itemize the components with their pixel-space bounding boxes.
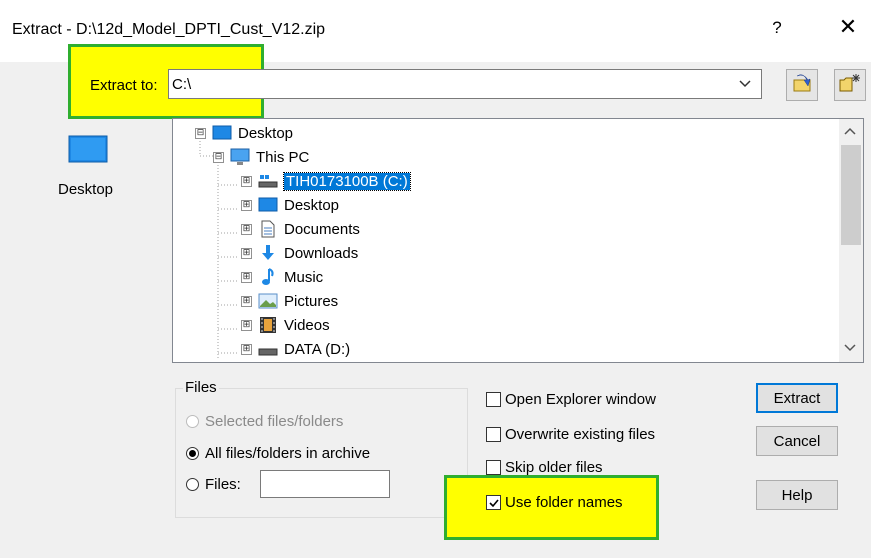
tree-item-pictures[interactable]: ⊞ Pictures xyxy=(241,289,338,313)
scroll-down-icon[interactable] xyxy=(843,341,857,358)
checkbox-skip-older[interactable]: Skip older files xyxy=(486,459,603,476)
checkbox-label: Open Explorer window xyxy=(505,391,656,408)
scroll-up-icon[interactable] xyxy=(843,124,857,141)
desktop-icon xyxy=(212,124,232,142)
music-icon xyxy=(258,268,278,286)
radio-button[interactable] xyxy=(186,447,199,460)
radio-button[interactable] xyxy=(186,415,199,428)
tree-item-drive-d[interactable]: ⊞ DATA (D:) xyxy=(241,337,350,361)
tree-item-label: Downloads xyxy=(284,244,359,262)
checkmark-icon xyxy=(489,499,499,508)
cancel-button[interactable]: Cancel xyxy=(756,426,838,456)
folder-tree[interactable]: ⊟ Desktop ⊟ This PC ⊞ TIH0173100B (C:) ⊞… xyxy=(172,118,864,363)
radio-selected-files[interactable]: Selected files/folders xyxy=(186,413,343,430)
tree-item-label: Videos xyxy=(284,316,330,334)
checkbox-box[interactable] xyxy=(486,460,501,475)
radio-label: Files: xyxy=(205,476,241,493)
tree-item-videos[interactable]: ⊞ Videos xyxy=(241,313,330,337)
files-group-legend: Files xyxy=(183,379,219,396)
radio-label: Selected files/folders xyxy=(205,413,344,430)
extract-path-value: C:\ xyxy=(172,76,192,93)
expand-icon[interactable]: ⊞ xyxy=(241,295,252,307)
tree-item-label: Documents xyxy=(284,220,360,238)
scroll-thumb[interactable] xyxy=(841,145,861,245)
radio-button[interactable] xyxy=(186,478,199,491)
document-icon xyxy=(258,220,278,238)
extract-path-combobox[interactable] xyxy=(168,69,762,99)
tree-item-label: Music xyxy=(284,268,324,286)
checkbox-open-explorer[interactable]: Open Explorer window xyxy=(486,391,656,408)
tree-item-label: Desktop xyxy=(238,124,294,142)
new-folder-icon xyxy=(838,72,862,98)
close-button[interactable]: ✕ xyxy=(834,14,862,40)
checkbox-box[interactable] xyxy=(486,427,501,442)
collapse-icon[interactable]: ⊟ xyxy=(195,127,206,139)
expand-icon[interactable]: ⊞ xyxy=(241,343,252,355)
extract-to-label: Extract to: xyxy=(90,77,158,94)
window-title: Extract - D:\12d_Model_DPTI_Cust_V12.zip xyxy=(12,21,326,38)
radio-label: All files/folders in archive xyxy=(205,445,371,462)
help-button[interactable]: Help xyxy=(756,480,838,510)
new-folder-button[interactable] xyxy=(834,69,866,101)
tree-item-label: DATA (D:) xyxy=(284,340,351,358)
drive-icon xyxy=(258,340,278,358)
checkbox-box[interactable] xyxy=(486,392,501,407)
chevron-down-icon[interactable] xyxy=(738,75,752,91)
expand-icon[interactable]: ⊞ xyxy=(241,175,252,187)
checkbox-box[interactable] xyxy=(486,495,501,510)
picture-icon xyxy=(258,292,278,310)
expand-icon[interactable]: ⊞ xyxy=(241,199,252,211)
places-desktop-icon[interactable] xyxy=(68,135,108,165)
expand-icon[interactable]: ⊞ xyxy=(241,319,252,331)
tree-item-label: Pictures xyxy=(284,292,339,310)
tree-item-downloads[interactable]: ⊞ Downloads xyxy=(241,241,358,265)
checkbox-label: Overwrite existing files xyxy=(505,426,656,443)
computer-icon xyxy=(230,148,250,166)
expand-icon[interactable]: ⊞ xyxy=(241,223,252,235)
folder-arrow-icon xyxy=(791,72,813,98)
checkbox-overwrite[interactable]: Overwrite existing files xyxy=(486,426,655,443)
video-icon xyxy=(258,316,278,334)
expand-icon[interactable]: ⊞ xyxy=(241,247,252,259)
places-desktop-label[interactable]: Desktop xyxy=(58,181,113,198)
collapse-icon[interactable]: ⊟ xyxy=(213,151,224,163)
tree-item-label: Desktop xyxy=(284,196,340,214)
help-title-button[interactable]: ? xyxy=(766,18,788,38)
desktop-icon xyxy=(258,196,278,214)
tree-item-label: TIH0173100B (C:) xyxy=(283,171,411,191)
tree-item-desktop[interactable]: ⊞ Desktop xyxy=(241,193,339,217)
tree-item-desktop-root[interactable]: ⊟ Desktop xyxy=(195,121,293,145)
download-icon xyxy=(258,244,278,262)
checkbox-use-folder-names[interactable]: Use folder names xyxy=(486,494,623,511)
tree-item-label: This PC xyxy=(256,148,310,166)
drive-c-icon xyxy=(258,172,278,190)
files-filter-input[interactable] xyxy=(260,470,390,498)
browse-folder-button[interactable] xyxy=(786,69,818,101)
radio-files[interactable]: Files: xyxy=(186,476,241,493)
expand-icon[interactable]: ⊞ xyxy=(241,271,252,283)
checkbox-label: Use folder names xyxy=(505,494,623,511)
tree-item-this-pc[interactable]: ⊟ This PC xyxy=(213,145,309,169)
tree-item-music[interactable]: ⊞ Music xyxy=(241,265,323,289)
radio-all-files[interactable]: All files/folders in archive xyxy=(186,445,370,462)
tree-item-documents[interactable]: ⊞ Documents xyxy=(241,217,360,241)
checkbox-label: Skip older files xyxy=(505,459,603,476)
extract-button[interactable]: Extract xyxy=(756,383,838,413)
tree-item-drive-c[interactable]: ⊞ TIH0173100B (C:) xyxy=(241,169,411,193)
